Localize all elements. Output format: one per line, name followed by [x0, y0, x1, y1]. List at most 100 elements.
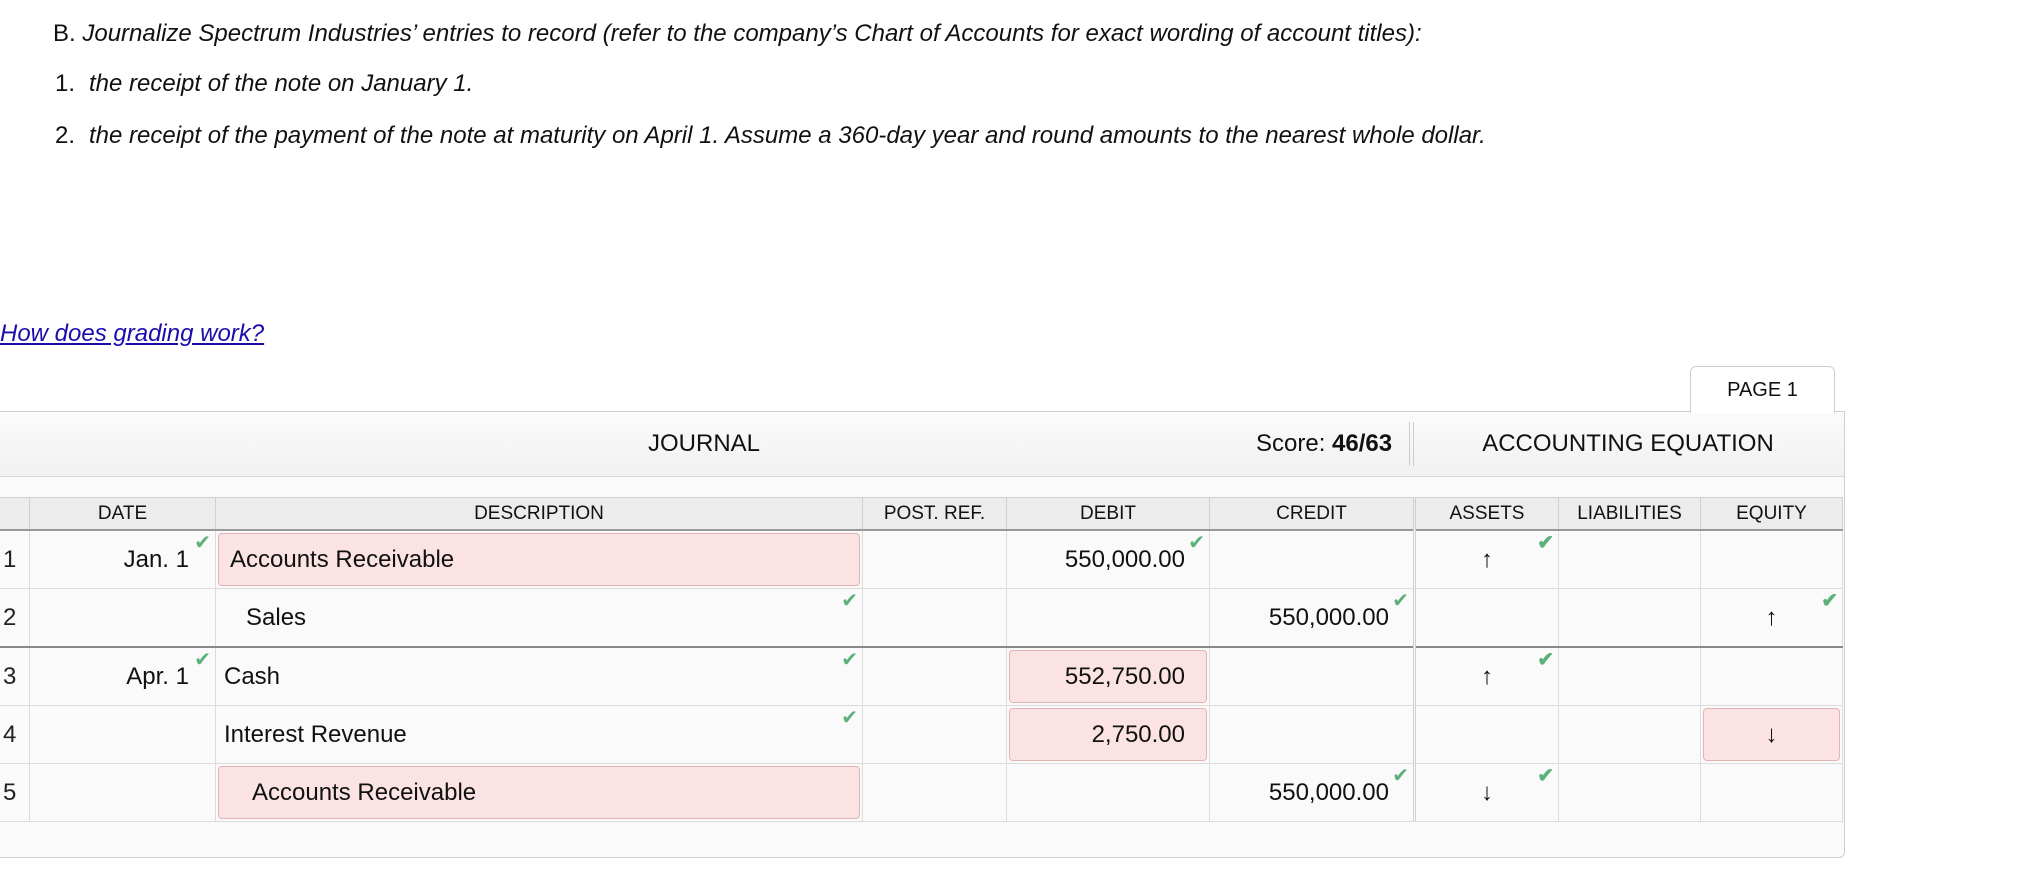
post-ref-cell[interactable]: [862, 705, 1007, 764]
journal-row: 3 Apr. 1 ✔ Cash ✔ 552,750.00 ↑ ✔: [0, 646, 1843, 706]
score-display: Score: 46/63: [1256, 412, 1392, 476]
credit-cell[interactable]: [1209, 705, 1415, 764]
description-cell[interactable]: Interest Revenue ✔: [215, 705, 863, 764]
correct-check-icon: ✔: [1392, 765, 1409, 787]
instruction-item: 1. the receipt of the note on January 1.: [55, 68, 473, 100]
description-value: Interest Revenue: [224, 720, 407, 748]
description-cell[interactable]: Accounts Receivable: [215, 763, 863, 822]
post-ref-cell[interactable]: [862, 646, 1007, 706]
post-ref-cell[interactable]: [862, 529, 1007, 589]
journal-row: 5 Accounts Receivable 550,000.00 ✔ ↓ ✔: [0, 763, 1843, 822]
correct-check-icon: ✔: [841, 649, 858, 671]
post-ref-cell[interactable]: [862, 588, 1007, 648]
instruction-number: 2.: [55, 122, 76, 149]
journal-row: 2 Sales ✔ 550,000.00 ✔ ↑ ✔: [0, 588, 1843, 648]
debit-cell[interactable]: 2,750.00: [1006, 705, 1210, 764]
liabilities-cell[interactable]: [1558, 646, 1701, 706]
grading-help-link[interactable]: How does grading work?: [0, 320, 264, 348]
date-value: Jan. 1: [123, 545, 189, 573]
column-header-equity: EQUITY: [1700, 497, 1843, 531]
title-divider: [1409, 422, 1414, 466]
liabilities-cell[interactable]: [1558, 763, 1701, 822]
instruction-text: the receipt of the payment of the note a…: [89, 122, 1486, 149]
column-header-post-ref: POST. REF.: [862, 497, 1007, 531]
instructions-heading: B. Journalize Spectrum Industries’ entri…: [53, 18, 1422, 50]
date-cell[interactable]: [29, 588, 216, 648]
instruction-number: 1.: [55, 70, 76, 97]
liabilities-cell[interactable]: [1558, 529, 1701, 589]
assets-cell[interactable]: ↓ ✔: [1413, 763, 1559, 822]
credit-cell[interactable]: [1209, 529, 1415, 589]
correct-check-icon: ✔: [1188, 532, 1205, 554]
credit-cell[interactable]: [1209, 646, 1415, 706]
column-header-debit: DEBIT: [1006, 497, 1210, 531]
debit-value: 2,750.00: [1091, 720, 1185, 748]
journal-title: JOURNAL: [648, 430, 761, 457]
date-value: Apr. 1: [126, 662, 189, 690]
equity-cell[interactable]: [1700, 646, 1843, 706]
accounting-equation-title: ACCOUNTING EQUATION: [1482, 430, 1774, 457]
assets-cell[interactable]: [1413, 588, 1559, 648]
correct-check-icon: ✔: [1537, 765, 1554, 787]
correct-check-icon: ✔: [1537, 532, 1554, 554]
date-cell[interactable]: [29, 763, 216, 822]
instruction-text: the receipt of the note on January 1.: [89, 70, 474, 97]
debit-value: 552,750.00: [1064, 662, 1185, 690]
equity-cell[interactable]: [1700, 763, 1843, 822]
column-header-credit: CREDIT: [1209, 497, 1415, 531]
credit-value: 550,000.00: [1268, 603, 1389, 631]
date-cell[interactable]: Apr. 1 ✔: [29, 646, 216, 706]
date-cell[interactable]: [29, 705, 216, 764]
down-arrow-icon: ↓: [1765, 720, 1778, 748]
instruction-item: 2. the receipt of the payment of the note…: [55, 120, 1486, 152]
debit-cell[interactable]: 550,000.00 ✔: [1006, 529, 1210, 589]
debit-cell[interactable]: 552,750.00: [1006, 646, 1210, 706]
assets-cell[interactable]: ↑ ✔: [1413, 646, 1559, 706]
page-tab[interactable]: PAGE 1: [1690, 366, 1835, 413]
correct-check-icon: ✔: [1537, 649, 1554, 671]
row-number: 5: [0, 763, 30, 822]
row-number: 3: [0, 646, 30, 706]
description-value: Sales: [246, 603, 307, 631]
assets-cell[interactable]: ↑ ✔: [1413, 529, 1559, 589]
description-cell[interactable]: Cash ✔: [215, 646, 863, 706]
row-number: 4: [0, 705, 30, 764]
description-value: Cash: [224, 662, 281, 690]
post-ref-cell[interactable]: [862, 763, 1007, 822]
credit-value: 550,000.00: [1268, 778, 1389, 806]
instructions-text: Journalize Spectrum Industries’ entries …: [82, 20, 1422, 47]
row-number: 1: [0, 529, 30, 589]
correct-check-icon: ✔: [841, 590, 858, 612]
journal-table: DATE DESCRIPTION POST. REF. DEBIT CREDIT…: [0, 497, 1843, 822]
description-value: Accounts Receivable: [252, 778, 477, 806]
description-cell[interactable]: Accounts Receivable: [215, 529, 863, 589]
correct-check-icon: ✔: [841, 707, 858, 729]
column-header-date: DATE: [29, 497, 216, 531]
debit-value: 550,000.00: [1064, 545, 1185, 573]
column-header-liabilities: LIABILITIES: [1558, 497, 1701, 531]
journal-panel: JOURNAL Score: 46/63 ACCOUNTING EQUATION…: [0, 411, 1845, 858]
debit-cell[interactable]: [1006, 588, 1210, 648]
journal-header-row: DATE DESCRIPTION POST. REF. DEBIT CREDIT…: [0, 497, 1843, 531]
debit-cell[interactable]: [1006, 763, 1210, 822]
journal-row: 4 Interest Revenue ✔ 2,750.00 ↓: [0, 705, 1843, 764]
row-number: 2: [0, 588, 30, 648]
description-cell[interactable]: Sales ✔: [215, 588, 863, 648]
assets-cell[interactable]: [1413, 705, 1559, 764]
equity-cell[interactable]: ↑ ✔: [1700, 588, 1843, 648]
equity-cell[interactable]: [1700, 529, 1843, 589]
liabilities-cell[interactable]: [1558, 588, 1701, 648]
liabilities-cell[interactable]: [1558, 705, 1701, 764]
equity-cell[interactable]: ↓: [1700, 705, 1843, 764]
row-number-header: [0, 497, 30, 531]
date-cell[interactable]: Jan. 1 ✔: [29, 529, 216, 589]
column-header-assets: ASSETS: [1413, 497, 1559, 531]
credit-cell[interactable]: 550,000.00 ✔: [1209, 588, 1415, 648]
correct-check-icon: ✔: [194, 532, 211, 554]
credit-cell[interactable]: 550,000.00 ✔: [1209, 763, 1415, 822]
instructions: B. Journalize Spectrum Industries’ entri…: [53, 18, 1486, 149]
score-value: 46/63: [1332, 430, 1393, 457]
score-label: Score:: [1256, 430, 1326, 457]
column-header-description: DESCRIPTION: [215, 497, 863, 531]
journal-row: 1 Jan. 1 ✔ Accounts Receivable 550,000.00…: [0, 529, 1843, 589]
